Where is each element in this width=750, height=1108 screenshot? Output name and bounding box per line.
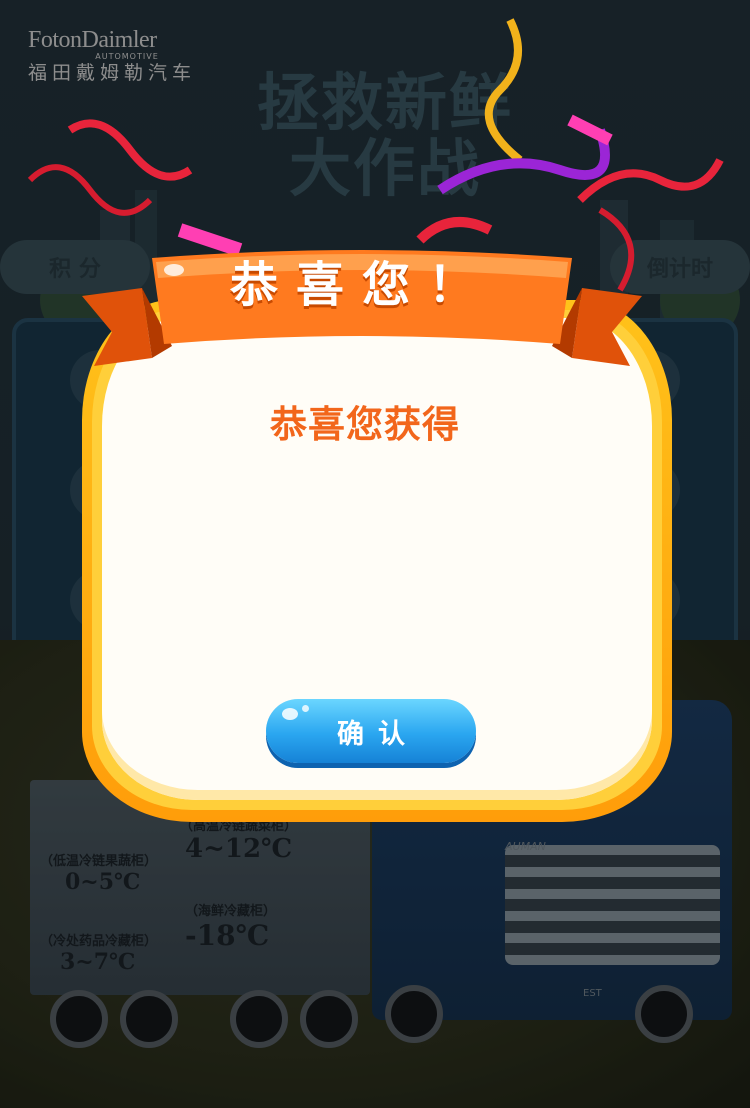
- prize-content: [150, 470, 590, 670]
- button-highlight: [302, 705, 309, 712]
- dialog-title: 恭喜您！: [229, 257, 494, 313]
- confirm-button[interactable]: 确认: [266, 699, 476, 763]
- congrats-message: 恭喜您获得: [270, 403, 460, 446]
- button-highlight: [282, 708, 298, 720]
